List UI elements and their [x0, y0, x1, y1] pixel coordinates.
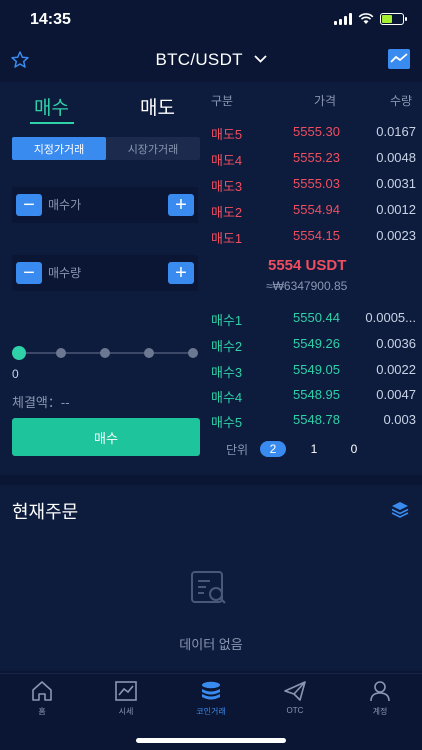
- chart-icon[interactable]: [388, 49, 410, 69]
- ask-label: 매도5: [211, 127, 243, 142]
- coins-icon: [202, 681, 220, 700]
- ask-row[interactable]: 매도2 5554.94 0.0012: [208, 202, 418, 222]
- nav-trade-label: 코인거래: [196, 707, 226, 716]
- limit-order-tab[interactable]: 지정가거래: [12, 137, 106, 160]
- buy-button[interactable]: 매수: [12, 418, 200, 456]
- slider-knob[interactable]: [12, 346, 26, 360]
- order-type-toggle: 지정가거래 시장가거래: [12, 137, 200, 160]
- bid-price: 5548.78: [293, 412, 340, 427]
- price-plus-button[interactable]: +: [168, 194, 194, 216]
- tab-buy[interactable]: 매수: [34, 93, 69, 120]
- paper-plane-icon: [284, 681, 306, 701]
- signal-icon: [334, 13, 352, 25]
- nav-account-label: 계정: [372, 707, 388, 716]
- status-time: 14:35: [30, 11, 71, 28]
- pair-selector[interactable]: BTC/USDT: [0, 50, 422, 70]
- bid-price: 5549.26: [293, 336, 340, 351]
- bid-qty: 0.0005...: [365, 310, 416, 325]
- bid-qty: 0.003: [383, 412, 416, 427]
- last-price-krw: ≈₩6347900.85: [266, 279, 348, 293]
- ask-qty: 0.0023: [376, 228, 416, 243]
- tab-buy-indicator: [30, 122, 74, 124]
- nav-trade[interactable]: 코인거래: [169, 680, 253, 717]
- bid-qty: 0.0036: [376, 336, 416, 351]
- price-minus-button[interactable]: −: [16, 194, 42, 216]
- ask-price: 5554.15: [293, 228, 340, 243]
- home-icon: [32, 681, 52, 701]
- price-field: − +: [12, 187, 198, 223]
- ask-price: 5555.23: [293, 150, 340, 165]
- orderbook-header-qty: 수량: [390, 94, 413, 108]
- unit-option[interactable]: 1: [301, 441, 327, 457]
- bid-qty: 0.0047: [376, 387, 416, 402]
- home-indicator: [136, 738, 286, 743]
- ask-label: 매도2: [211, 205, 243, 220]
- bid-row[interactable]: 매수5 5548.78 0.003: [208, 412, 418, 432]
- bid-label: 매수5: [211, 415, 243, 430]
- orderbook-header-type: 구분: [211, 94, 234, 108]
- ask-qty: 0.0012: [376, 202, 416, 217]
- nav-market[interactable]: 시세: [84, 680, 168, 717]
- empty-state-text: 데이터 없음: [179, 637, 243, 652]
- bid-label: 매수1: [211, 313, 243, 328]
- wifi-icon: [358, 13, 374, 24]
- unit-label: 단위: [226, 443, 249, 457]
- ask-label: 매도4: [211, 153, 243, 168]
- ask-row[interactable]: 매도5 5555.30 0.0167: [208, 124, 418, 144]
- pair-label: BTC/USDT: [155, 50, 243, 69]
- bid-row[interactable]: 매수2 5549.26 0.0036: [208, 336, 418, 356]
- user-icon: [370, 681, 390, 702]
- nav-otc[interactable]: OTC: [253, 680, 337, 715]
- tab-sell[interactable]: 매도: [140, 93, 175, 120]
- ask-row[interactable]: 매도1 5554.15 0.0023: [208, 228, 418, 248]
- ask-qty: 0.0167: [376, 124, 416, 139]
- amount-input[interactable]: [48, 255, 158, 291]
- chevron-down-icon: [253, 55, 267, 63]
- unit-option[interactable]: 0: [341, 441, 367, 457]
- amount-field: − +: [12, 255, 198, 291]
- nav-home-label: 홈: [38, 707, 46, 716]
- amount-plus-button[interactable]: +: [168, 262, 194, 284]
- total-amount: 체결액：--: [12, 395, 70, 410]
- layers-icon[interactable]: [390, 500, 410, 520]
- bid-label: 매수4: [211, 390, 243, 405]
- chart-icon: [115, 681, 137, 701]
- orders-title: 현재주문: [12, 502, 79, 522]
- ask-price: 5555.30: [293, 124, 340, 139]
- last-price: 5554 USDT: [268, 257, 347, 274]
- battery-icon: [380, 13, 407, 25]
- orderbook-header-price: 가격: [314, 94, 337, 108]
- amount-minus-button[interactable]: −: [16, 262, 42, 284]
- bid-qty: 0.0022: [376, 362, 416, 377]
- price-input[interactable]: [48, 187, 158, 223]
- ask-price: 5555.03: [293, 176, 340, 191]
- bid-price: 5549.05: [293, 362, 340, 377]
- bid-label: 매수2: [211, 339, 243, 354]
- bid-row[interactable]: 매수4 5548.95 0.0047: [208, 387, 418, 407]
- bid-label: 매수3: [211, 365, 243, 380]
- bid-row[interactable]: 매수1 5550.44 0.0005...: [208, 310, 418, 330]
- ask-row[interactable]: 매도4 5555.23 0.0048: [208, 150, 418, 170]
- unit-option[interactable]: 2: [260, 441, 286, 457]
- nav-home[interactable]: 홈: [0, 680, 84, 717]
- market-order-tab[interactable]: 시장가거래: [106, 137, 200, 160]
- status-icons: [334, 13, 407, 25]
- ask-label: 매도1: [211, 231, 243, 246]
- nav-otc-label: OTC: [286, 706, 304, 715]
- ask-label: 매도3: [211, 179, 243, 194]
- amount-slider[interactable]: [12, 346, 200, 360]
- bid-price: 5550.44: [293, 310, 340, 325]
- ask-qty: 0.0031: [376, 176, 416, 191]
- ask-row[interactable]: 매도3 5555.03 0.0031: [208, 176, 418, 196]
- nav-account[interactable]: 계정: [338, 680, 422, 717]
- ask-price: 5554.94: [293, 202, 340, 217]
- slider-value: 0: [12, 367, 19, 381]
- nav-market-label: 시세: [118, 707, 134, 716]
- bid-price: 5548.95: [293, 387, 340, 402]
- no-data-icon: [191, 571, 226, 604]
- bid-row[interactable]: 매수3 5549.05 0.0022: [208, 362, 418, 382]
- ask-qty: 0.0048: [376, 150, 416, 165]
